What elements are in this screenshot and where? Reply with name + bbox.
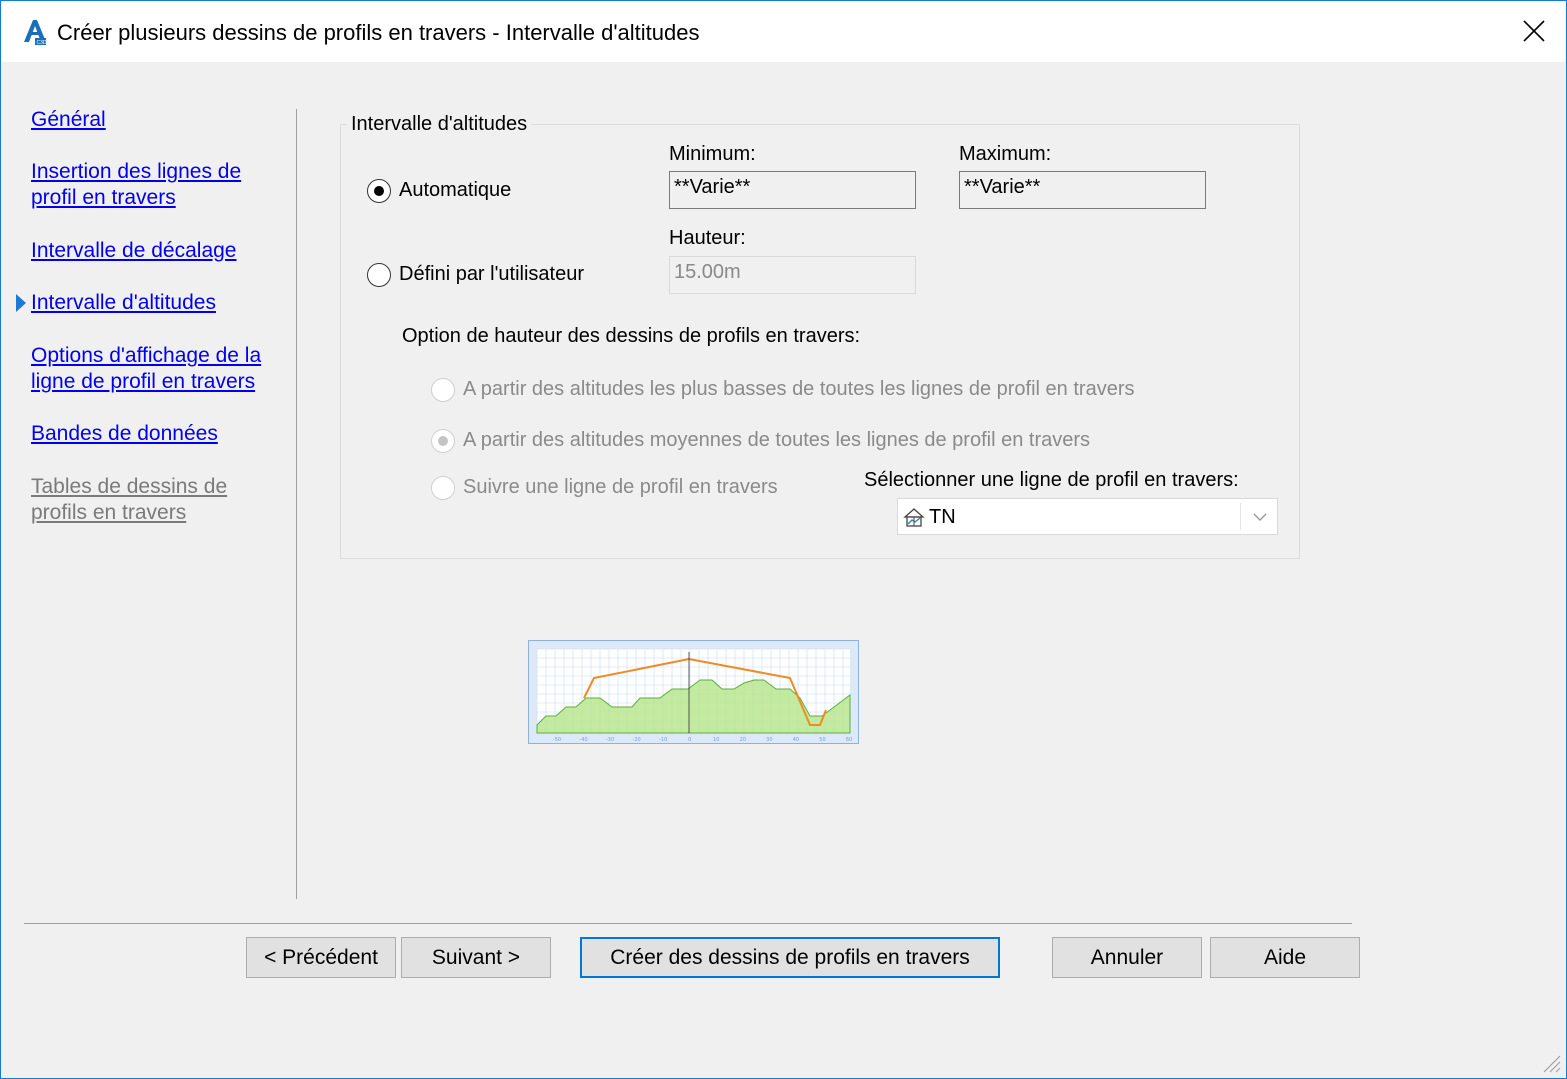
mean-elevations-label: A partir des altitudes moyennes de toute…: [463, 429, 1091, 451]
sample-line-value: TN: [929, 506, 956, 528]
section-view-preview-image: -50 -40 -30 -20 -10 0 10 20 30 40 50 60: [528, 640, 859, 744]
dialog-window: C3D Créer plusieurs dessins de profils e…: [0, 0, 1567, 1079]
create-section-views-button[interactable]: Créer des dessins de profils en travers: [580, 937, 1000, 978]
select-separator: [1240, 503, 1241, 530]
cancel-button[interactable]: Annuler: [1052, 937, 1202, 978]
group-title: Intervalle d'altitudes: [347, 113, 532, 136]
autocad-civil3d-icon: C3D: [24, 20, 47, 46]
nav-item-elevation-range[interactable]: Intervalle d'altitudes: [31, 290, 281, 316]
nav-item-offset-range[interactable]: Intervalle de décalage: [31, 238, 281, 264]
maximum-label: Maximum:: [959, 143, 1052, 165]
help-button[interactable]: Aide: [1210, 937, 1360, 978]
close-icon[interactable]: [1519, 16, 1549, 46]
height-field: 15.00m: [669, 256, 916, 294]
preview-tick-label: -20: [633, 737, 641, 743]
title-bar: C3D Créer plusieurs dessins de profils e…: [2, 2, 1565, 62]
sample-line-select[interactable]: TN: [897, 498, 1278, 535]
preview-tick-label: 60: [846, 737, 852, 743]
nav-item-display-options[interactable]: Options d'affichage de la ligne de profi…: [31, 343, 281, 395]
user-defined-label[interactable]: Défini par l'utilisateur: [399, 263, 584, 286]
nav-item-tables: Tables de dessins de profils en travers: [31, 475, 228, 524]
follow-sample-line-label: Suivre une ligne de profil en travers: [463, 476, 778, 498]
nav-item-data-bands[interactable]: Bandes de données: [31, 421, 281, 447]
resize-grip-icon[interactable]: [1540, 1052, 1562, 1074]
nav-item-insertion[interactable]: Insertion des lignes de profil en traver…: [31, 159, 281, 211]
mean-elevations-radio: [431, 429, 455, 453]
user-defined-radio[interactable]: [367, 263, 391, 287]
lowest-elevations-label: A partir des altitudes les plus basses d…: [463, 378, 1135, 400]
preview-tick-label: 40: [793, 737, 799, 743]
preview-tick-label: 20: [740, 737, 746, 743]
maximum-field[interactable]: **Varie**: [959, 171, 1206, 209]
window-title: Créer plusieurs dessins de profils en tr…: [57, 20, 700, 45]
preview-tick-label: -50: [553, 737, 561, 743]
preview-tick-label: -30: [606, 737, 614, 743]
footer-divider: [24, 923, 1352, 924]
select-sample-line-label: Sélectionner une ligne de profil en trav…: [864, 469, 1239, 491]
preview-tick-label: -40: [579, 737, 587, 743]
nav-divider: [296, 109, 297, 899]
preview-tick-label: -10: [659, 737, 667, 743]
lowest-elevations-radio: [431, 378, 455, 402]
surface-icon: [903, 508, 925, 527]
automatic-radio[interactable]: [367, 179, 391, 203]
minimum-field[interactable]: **Varie**: [669, 171, 916, 209]
follow-sample-line-radio: [431, 476, 455, 500]
preview-tick-label: 50: [819, 737, 825, 743]
height-label: Hauteur:: [669, 227, 746, 249]
chevron-down-icon: [1253, 513, 1267, 521]
automatic-label[interactable]: Automatique: [399, 179, 511, 202]
height-option-title: Option de hauteur des dessins de profils…: [402, 325, 861, 347]
minimum-label: Minimum:: [669, 143, 756, 165]
previous-button[interactable]: < Précédent: [246, 937, 396, 978]
preview-tick-label: 10: [713, 737, 719, 743]
next-button[interactable]: Suivant >: [401, 937, 551, 978]
current-page-arrow-icon: [16, 294, 26, 312]
preview-tick-label: 0: [688, 737, 691, 743]
nav-item-general[interactable]: Général: [31, 107, 281, 133]
preview-tick-label: 30: [766, 737, 772, 743]
svg-text:C3D: C3D: [37, 40, 47, 46]
